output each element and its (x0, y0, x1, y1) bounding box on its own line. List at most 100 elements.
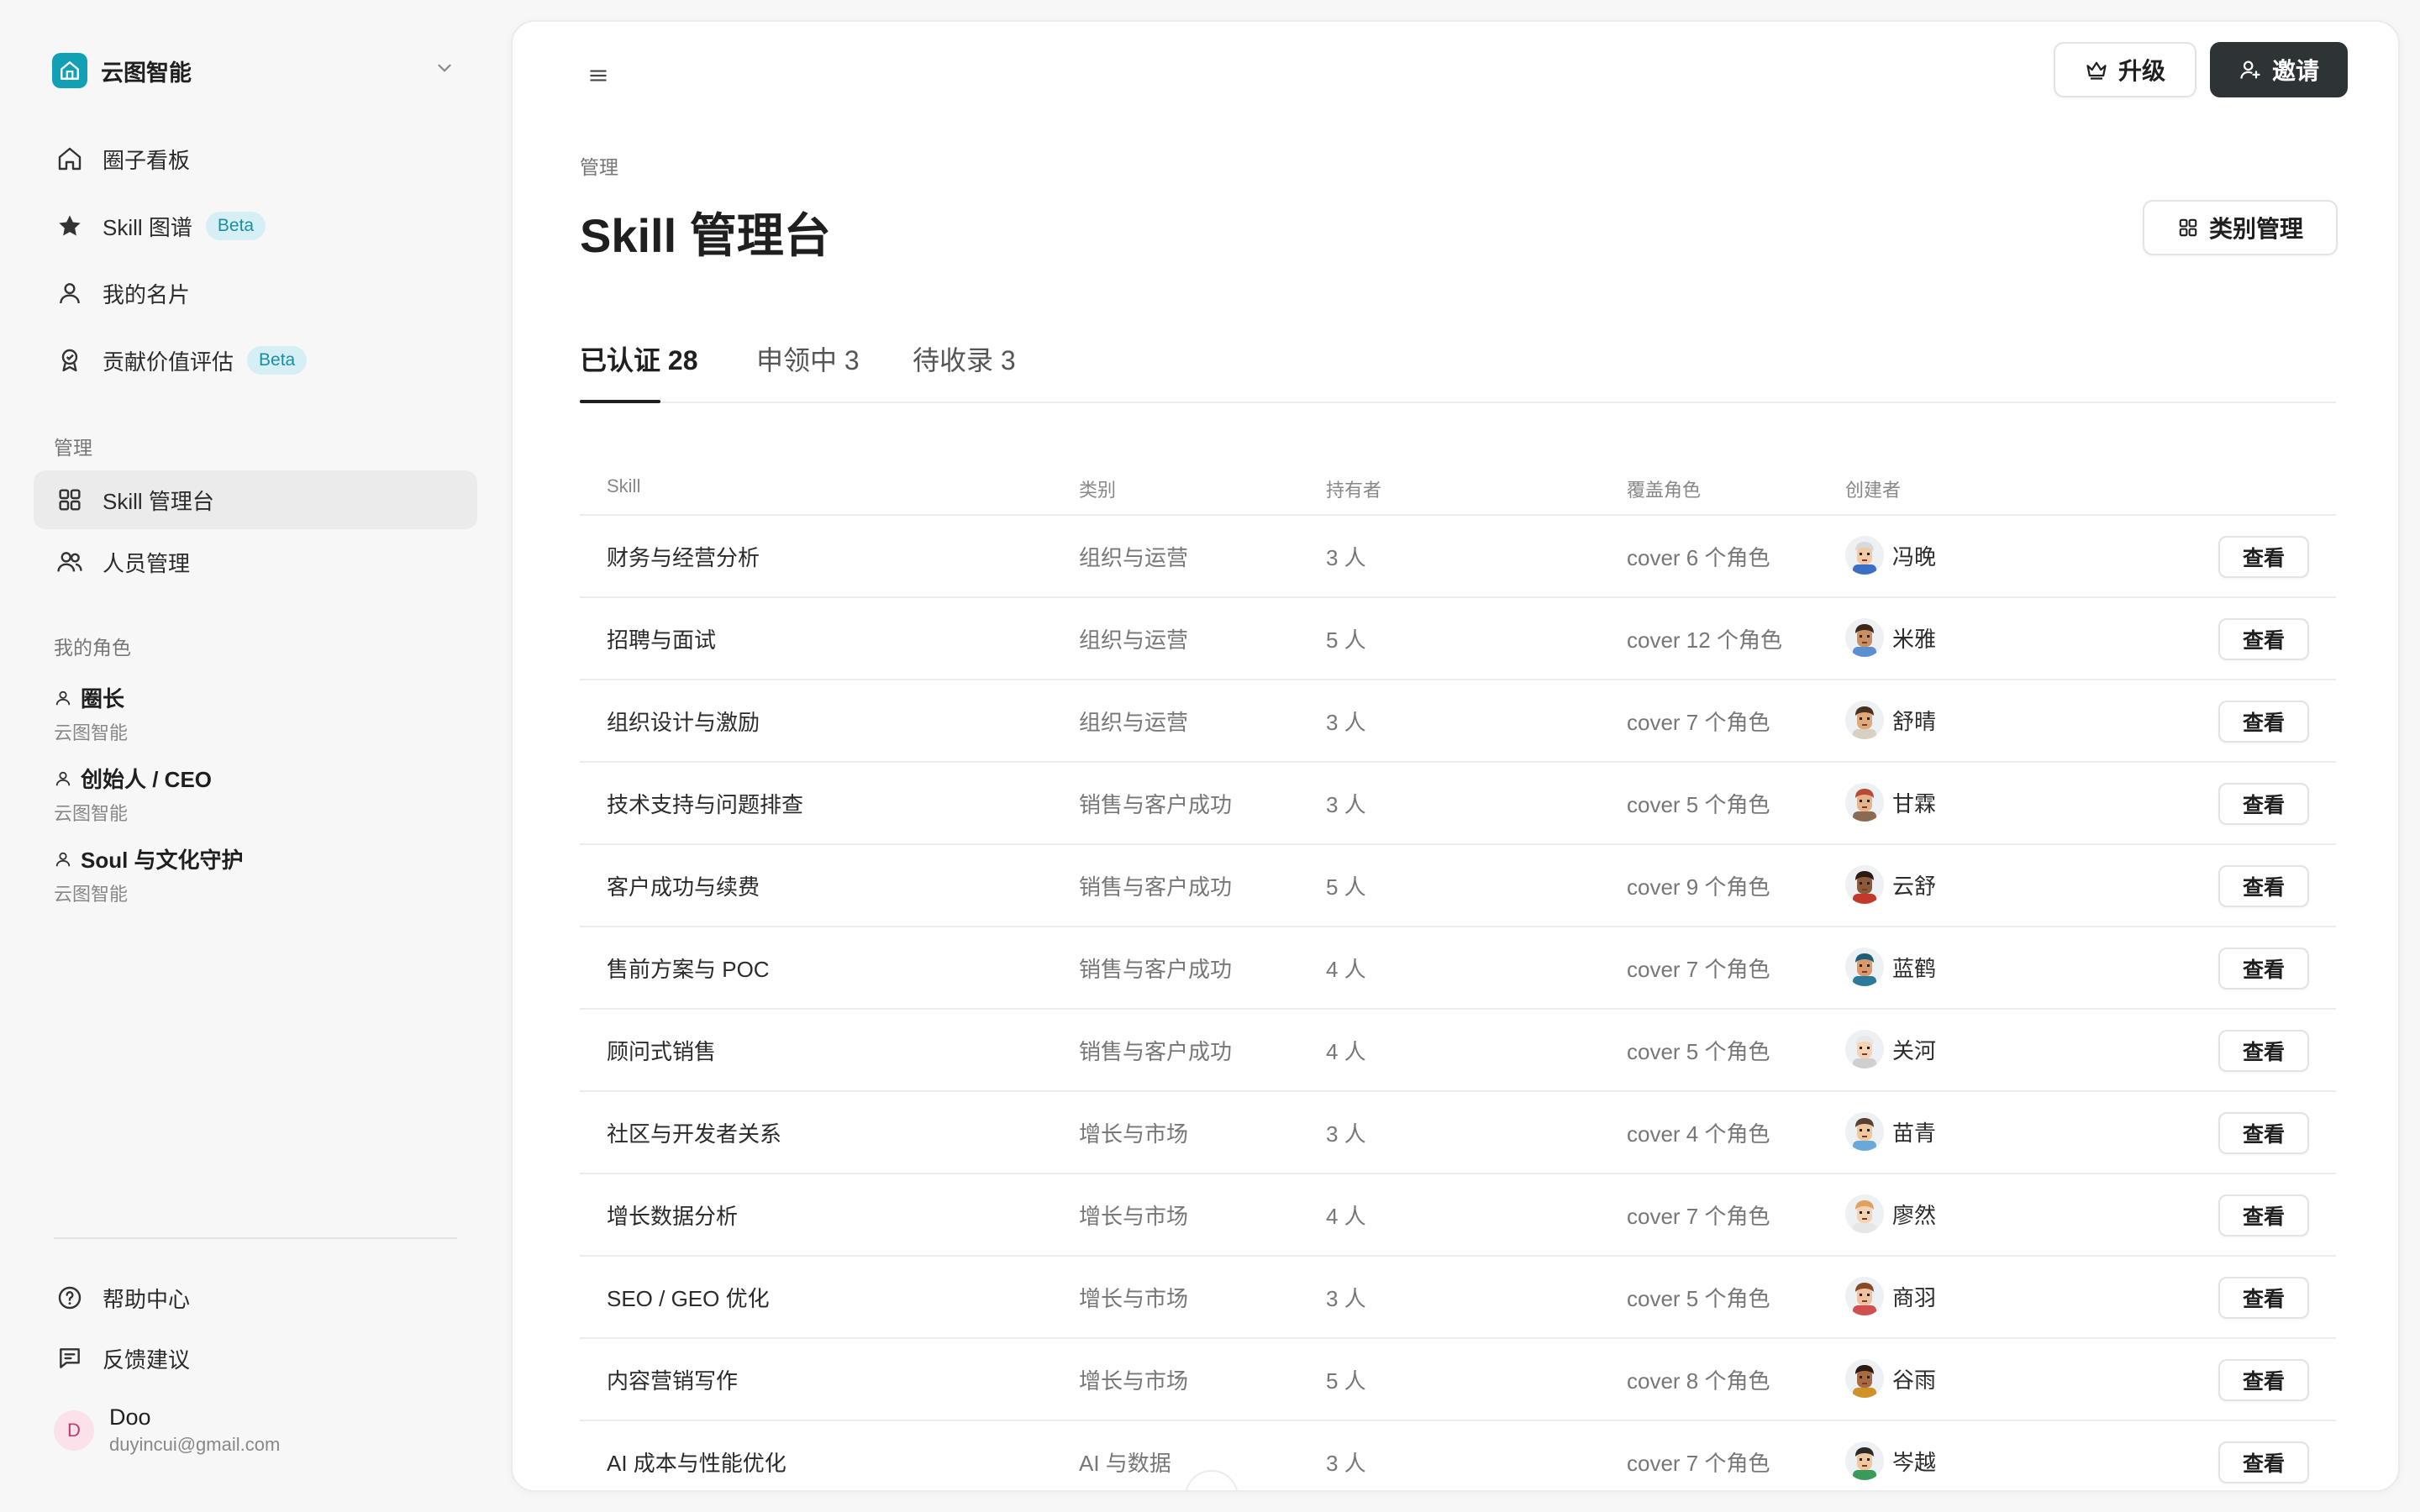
table-row[interactable]: 售前方案与 POC 销售与客户成功 4 人 cover 7 个角色 蓝鹤 查看 (580, 927, 2336, 1010)
skill-name: 客户成功与续费 (607, 874, 760, 900)
tab-claiming[interactable]: 申领中 3 (756, 339, 860, 378)
sidebar-item-help[interactable]: 帮助中心 (34, 1268, 477, 1327)
category-manage-button[interactable]: 类别管理 (2143, 200, 2338, 255)
table-row[interactable]: 内容营销写作 增长与市场 5 人 cover 8 个角色 谷雨 查看 (580, 1339, 2336, 1421)
holder-count: 3 人 (1326, 1286, 1366, 1311)
skill-name: 顾问式销售 (607, 1039, 717, 1064)
view-button[interactable]: 查看 (2218, 1277, 2309, 1319)
sidebar-item-label: 我的名片 (103, 281, 191, 307)
tab-label: 已认证 28 (580, 345, 698, 375)
skill-category: 增长与市场 (1079, 1204, 1189, 1229)
skill-category: 销售与客户成功 (1079, 957, 1233, 982)
view-button[interactable]: 查看 (2218, 1194, 2309, 1236)
skill-name: 技术支持与问题排查 (607, 792, 804, 817)
role-coverage: cover 4 个角色 (1627, 1121, 1770, 1147)
avatar (1845, 1277, 1884, 1315)
table-row[interactable]: 顾问式销售 销售与客户成功 4 人 cover 5 个角色 关河 查看 (580, 1010, 2336, 1092)
creator: 蓝鹤 (1845, 948, 1936, 986)
sidebar-item-circle-board[interactable]: 圈子看板 (34, 129, 477, 188)
menu-icon[interactable] (581, 59, 615, 92)
invite-button[interactable]: 邀请 (2210, 42, 2348, 97)
table-row[interactable]: 招聘与面试 组织与运营 5 人 cover 12 个角色 米雅 查看 (580, 598, 2336, 680)
view-button[interactable]: 查看 (2218, 618, 2309, 660)
creator-name: 苗青 (1892, 1120, 1937, 1146)
tab-certified[interactable]: 已认证 28 (580, 339, 698, 378)
invite-label: 邀请 (2271, 58, 2319, 84)
skill-category: 销售与客户成功 (1079, 874, 1233, 900)
tab-pending[interactable]: 待收录 3 (913, 339, 1016, 378)
view-button[interactable]: 查看 (2218, 1441, 2309, 1483)
skill-name: SEO / GEO 优化 (607, 1286, 770, 1311)
view-button[interactable]: 查看 (2218, 948, 2309, 990)
avatar (1845, 948, 1884, 986)
role-item[interactable]: 创始人 / CEO 云图智能 (54, 763, 457, 826)
holder-count: 5 人 (1326, 1368, 1366, 1394)
skill-name: 售前方案与 POC (607, 957, 770, 982)
table-row[interactable]: 组织设计与激励 组织与运营 3 人 cover 7 个角色 舒晴 查看 (580, 680, 2336, 763)
skill-name: 增长数据分析 (607, 1204, 739, 1229)
creator: 商羽 (1845, 1277, 1936, 1315)
table-row[interactable]: 客户成功与续费 销售与客户成功 5 人 cover 9 个角色 云舒 查看 (580, 845, 2336, 927)
creator-name: 谷雨 (1892, 1367, 1937, 1393)
breadcrumb[interactable]: 管理 (580, 151, 618, 180)
view-button[interactable]: 查看 (2218, 1030, 2309, 1072)
view-button[interactable]: 查看 (2218, 783, 2309, 825)
main-panel: 升级 邀请 管理 Skill 管理台 类别管理 已认证 28 申领中 3 待收录… (511, 20, 2400, 1492)
role-item[interactable]: Soul 与文化守护 云图智能 (54, 843, 457, 906)
table-row[interactable]: 社区与开发者关系 增长与市场 3 人 cover 4 个角色 苗青 查看 (580, 1092, 2336, 1174)
avatar (1845, 618, 1884, 657)
grid-icon (55, 486, 84, 514)
skill-category: AI 与数据 (1079, 1451, 1171, 1476)
home-icon (55, 144, 84, 173)
creator: 廖然 (1845, 1194, 1936, 1233)
avatar (1845, 1359, 1884, 1398)
sidebar-item-people[interactable]: 人员管理 (34, 533, 477, 591)
sidebar-item-skill-graph[interactable]: Skill 图谱 Beta (34, 197, 477, 255)
user-icon (55, 279, 84, 307)
role-coverage: cover 7 个角色 (1627, 710, 1770, 735)
upgrade-button[interactable]: 升级 (2054, 42, 2196, 97)
sidebar-item-label: 帮助中心 (103, 1286, 191, 1312)
tab-label: 申领中 3 (756, 345, 860, 375)
sidebar-item-feedback[interactable]: 反馈建议 (34, 1329, 477, 1388)
avatar (1845, 1112, 1884, 1151)
chevron-down-icon[interactable] (434, 57, 455, 83)
holder-count: 3 人 (1326, 710, 1366, 735)
table-row[interactable]: 增长数据分析 增长与市场 4 人 cover 7 个角色 廖然 查看 (580, 1174, 2336, 1257)
page-title: Skill 管理台 (580, 209, 831, 262)
role-coverage: cover 6 个角色 (1627, 545, 1770, 570)
role-workspace: 云图智能 (54, 722, 129, 743)
sidebar-divider (54, 1237, 457, 1239)
beta-badge: Beta (247, 346, 308, 375)
table-row[interactable]: 财务与经营分析 组织与运营 3 人 cover 6 个角色 冯晚 查看 (580, 516, 2336, 598)
creator: 云舒 (1845, 865, 1936, 904)
category-manage-label: 类别管理 (2208, 216, 2303, 242)
role-coverage: cover 7 个角色 (1627, 1204, 1770, 1229)
view-button[interactable]: 查看 (2218, 1359, 2309, 1401)
view-button[interactable]: 查看 (2218, 1112, 2309, 1154)
avatar (1845, 1194, 1884, 1233)
user-profile[interactable]: D Doo duyincui@gmail.com (54, 1404, 280, 1456)
view-button[interactable]: 查看 (2218, 701, 2309, 743)
role-coverage: cover 7 个角色 (1627, 957, 1770, 982)
table-row[interactable]: SEO / GEO 优化 增长与市场 3 人 cover 5 个角色 商羽 查看 (580, 1257, 2336, 1339)
sidebar-item-my-card[interactable]: 我的名片 (34, 264, 477, 323)
role-item[interactable]: 圈长 云图智能 (54, 682, 457, 745)
role-title: 圈长 (81, 686, 125, 711)
table-row[interactable]: AI 成本与性能优化 AI 与数据 3 人 cover 7 个角色 岑越 查看 (580, 1421, 2336, 1490)
workspace-switcher[interactable]: 云图智能 (52, 50, 455, 91)
skill-name: 社区与开发者关系 (607, 1121, 782, 1147)
sidebar-item-label: 圈子看板 (103, 147, 191, 173)
sidebar-item-skill-console[interactable]: Skill 管理台 (34, 470, 477, 529)
creator-name: 舒晴 (1892, 708, 1937, 734)
avatar (1845, 1441, 1884, 1480)
view-button[interactable]: 查看 (2218, 536, 2309, 578)
skill-name: 招聘与面试 (607, 627, 717, 653)
creator: 舒晴 (1845, 701, 1936, 739)
holder-count: 3 人 (1326, 792, 1366, 817)
section-label-my-roles: 我的角色 (54, 637, 131, 659)
table-row[interactable]: 技术支持与问题排查 销售与客户成功 3 人 cover 5 个角色 甘霖 查看 (580, 763, 2336, 845)
view-button[interactable]: 查看 (2218, 865, 2309, 907)
skill-category: 组织与运营 (1079, 627, 1189, 653)
sidebar-item-contribution[interactable]: 贡献价值评估 Beta (34, 331, 477, 390)
